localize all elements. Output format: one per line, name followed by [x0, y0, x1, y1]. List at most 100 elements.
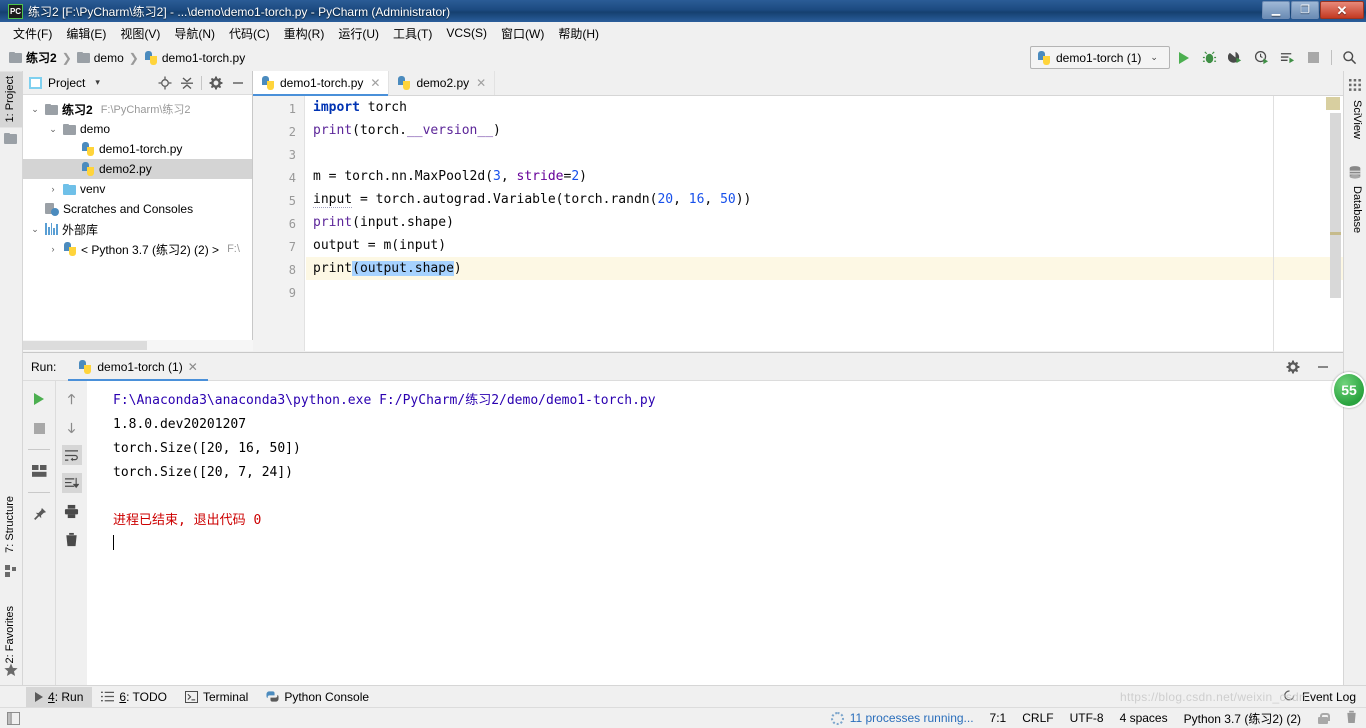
tree-twisty-icon[interactable]: ⌄: [29, 224, 41, 235]
sidebar-item-project[interactable]: 1: Project: [0, 71, 23, 128]
menu-item-5[interactable]: 重构(R): [277, 22, 332, 45]
bottom-tab-terminal[interactable]: Terminal: [176, 687, 257, 707]
editor-tab-1[interactable]: demo2.py ✕: [389, 71, 496, 95]
breadcrumb-item-0[interactable]: 练习2: [6, 47, 60, 68]
menu-item-7[interactable]: 工具(T): [386, 22, 439, 45]
close-button[interactable]: ✕: [1320, 1, 1364, 19]
show-tool-windows-icon[interactable]: [0, 711, 26, 725]
bottom-tab-todo[interactable]: 6: TODO: [92, 687, 176, 707]
hide-icon[interactable]: [230, 75, 246, 91]
settings-gear-icon[interactable]: [208, 75, 224, 91]
menu-item-4[interactable]: 代码(C): [222, 22, 277, 45]
tree-node-5[interactable]: Scratches and Consoles: [23, 199, 252, 219]
tree-twisty-icon[interactable]: ›: [47, 244, 59, 254]
code-line-2[interactable]: print(torch.__version__): [306, 119, 1343, 142]
code-line-5[interactable]: input = torch.autograd.Variable(torch.ra…: [306, 188, 1343, 211]
tree-node-3[interactable]: demo2.py: [23, 159, 252, 179]
menu-item-10[interactable]: 帮助(H): [551, 22, 606, 45]
line-separator[interactable]: CRLF: [1022, 711, 1053, 725]
tree-node-0[interactable]: ⌄ 练习2 F:\PyCharm\练习2: [23, 99, 252, 119]
console-output[interactable]: F:\Anaconda3\anaconda3\python.exe F:/PyC…: [87, 381, 1343, 685]
code-line-6[interactable]: print(input.shape): [306, 211, 1343, 234]
profile-icon[interactable]: [1253, 49, 1270, 66]
code-line-1[interactable]: import torch: [306, 96, 1343, 119]
down-arrow-icon[interactable]: [62, 417, 82, 437]
close-icon[interactable]: ✕: [188, 360, 198, 374]
stop-icon[interactable]: [1305, 49, 1322, 66]
menu-item-8[interactable]: VCS(S): [439, 23, 494, 43]
pin-tab-icon[interactable]: [29, 504, 49, 524]
soft-wrap-icon[interactable]: [61, 445, 82, 465]
minimize-button[interactable]: ▁: [1262, 1, 1290, 19]
search-everywhere-icon[interactable]: [1341, 49, 1358, 66]
menu-item-0[interactable]: 文件(F): [6, 22, 59, 45]
lock-icon[interactable]: [1317, 712, 1330, 725]
terminal-icon: [184, 690, 198, 703]
breadcrumb-item-1[interactable]: demo: [74, 49, 127, 67]
code-line-8[interactable]: print(output.shape): [306, 257, 1343, 280]
sidebar-item-favorites[interactable]: 2: Favorites: [0, 601, 23, 668]
tree-node-6[interactable]: ⌄ 外部库: [23, 219, 252, 239]
sidebar-item-database[interactable]: Database: [1344, 181, 1366, 238]
menu-item-1[interactable]: 编辑(E): [59, 22, 113, 45]
tree-twisty-icon[interactable]: ›: [47, 184, 59, 194]
run-with-console-icon[interactable]: [1279, 49, 1296, 66]
editor-vertical-scrollbar[interactable]: [1330, 113, 1341, 298]
code-line-9[interactable]: [306, 280, 1343, 303]
warning-stripe-marker[interactable]: [1330, 232, 1341, 235]
bottom-tab-run[interactable]: 4: Run: [26, 686, 93, 707]
run-configuration-selector[interactable]: demo1-torch (1) ⌄: [1030, 46, 1170, 69]
run-icon[interactable]: [1175, 49, 1192, 66]
scrollbar-thumb[interactable]: [23, 341, 147, 350]
code-content[interactable]: import torch print(torch.__version__) m =…: [306, 96, 1343, 351]
sidebar-item-sciview[interactable]: SciView: [1344, 95, 1366, 144]
up-arrow-icon[interactable]: [62, 389, 82, 409]
locate-icon[interactable]: [157, 75, 173, 91]
tree-twisty-icon[interactable]: ⌄: [47, 124, 59, 135]
notification-badge[interactable]: 55: [1332, 372, 1366, 408]
restore-layout-icon[interactable]: [29, 461, 49, 481]
menu-item-9[interactable]: 窗口(W): [494, 22, 551, 45]
menu-item-2[interactable]: 视图(V): [113, 22, 167, 45]
project-horizontal-scrollbar[interactable]: [23, 340, 253, 351]
run-tab[interactable]: demo1-torch (1) ✕: [68, 352, 209, 381]
tree-node-1[interactable]: ⌄ demo: [23, 119, 252, 139]
process-indicator[interactable]: 11 processes running...: [830, 711, 974, 725]
console-line-3: torch.Size([20, 7, 24]): [113, 465, 294, 480]
caret-position[interactable]: 7:1: [990, 711, 1007, 725]
debug-icon[interactable]: [1201, 49, 1218, 66]
sidebar-item-structure[interactable]: 7: Structure: [0, 491, 23, 558]
rerun-icon[interactable]: [29, 389, 49, 409]
settings-gear-icon[interactable]: [1285, 359, 1301, 375]
scrollbar-thumb[interactable]: [1330, 113, 1341, 298]
memory-indicator-icon[interactable]: [1345, 710, 1358, 727]
encoding[interactable]: UTF-8: [1070, 711, 1104, 725]
editor-tab-0[interactable]: demo1-torch.py ✕: [253, 71, 390, 96]
clear-all-icon[interactable]: [62, 529, 82, 549]
interpreter-label[interactable]: Python 3.7 (练习2) (2): [1184, 710, 1301, 727]
scroll-to-end-icon[interactable]: [61, 473, 82, 493]
breadcrumb-item-2[interactable]: demo1-torch.py: [141, 49, 248, 67]
code-line-3[interactable]: [306, 142, 1343, 165]
tree-node-7[interactable]: › < Python 3.7 (练习2) (2) > F:\: [23, 239, 252, 259]
menu-item-6[interactable]: 运行(U): [331, 22, 386, 45]
code-editor[interactable]: 1 2 3 4 5 6 7 8 9 import torch print(torch.__vers…: [253, 96, 1343, 351]
hide-icon[interactable]: [1315, 359, 1331, 375]
close-icon[interactable]: ✕: [370, 76, 380, 90]
print-icon[interactable]: [62, 501, 82, 521]
close-icon[interactable]: ✕: [476, 76, 486, 90]
maximize-button[interactable]: ❐: [1291, 1, 1319, 19]
bottom-tab-label: 6: TODO: [119, 689, 167, 704]
tree-node-2[interactable]: demo1-torch.py: [23, 139, 252, 159]
chevron-down-icon[interactable]: ▾: [95, 77, 100, 88]
code-line-7[interactable]: output = m(input): [306, 234, 1343, 257]
indent-setting[interactable]: 4 spaces: [1120, 711, 1168, 725]
tree-twisty-icon[interactable]: ⌄: [29, 104, 41, 115]
bottom-tab-pythonconsole[interactable]: Python Console: [257, 687, 378, 707]
stop-icon[interactable]: [29, 418, 49, 438]
menu-item-3[interactable]: 导航(N): [167, 22, 222, 45]
code-line-4[interactable]: m = torch.nn.MaxPool2d(3, stride=2): [306, 165, 1343, 188]
tree-node-4[interactable]: › venv: [23, 179, 252, 199]
run-coverage-icon[interactable]: [1227, 49, 1244, 66]
collapse-all-icon[interactable]: [179, 75, 195, 91]
